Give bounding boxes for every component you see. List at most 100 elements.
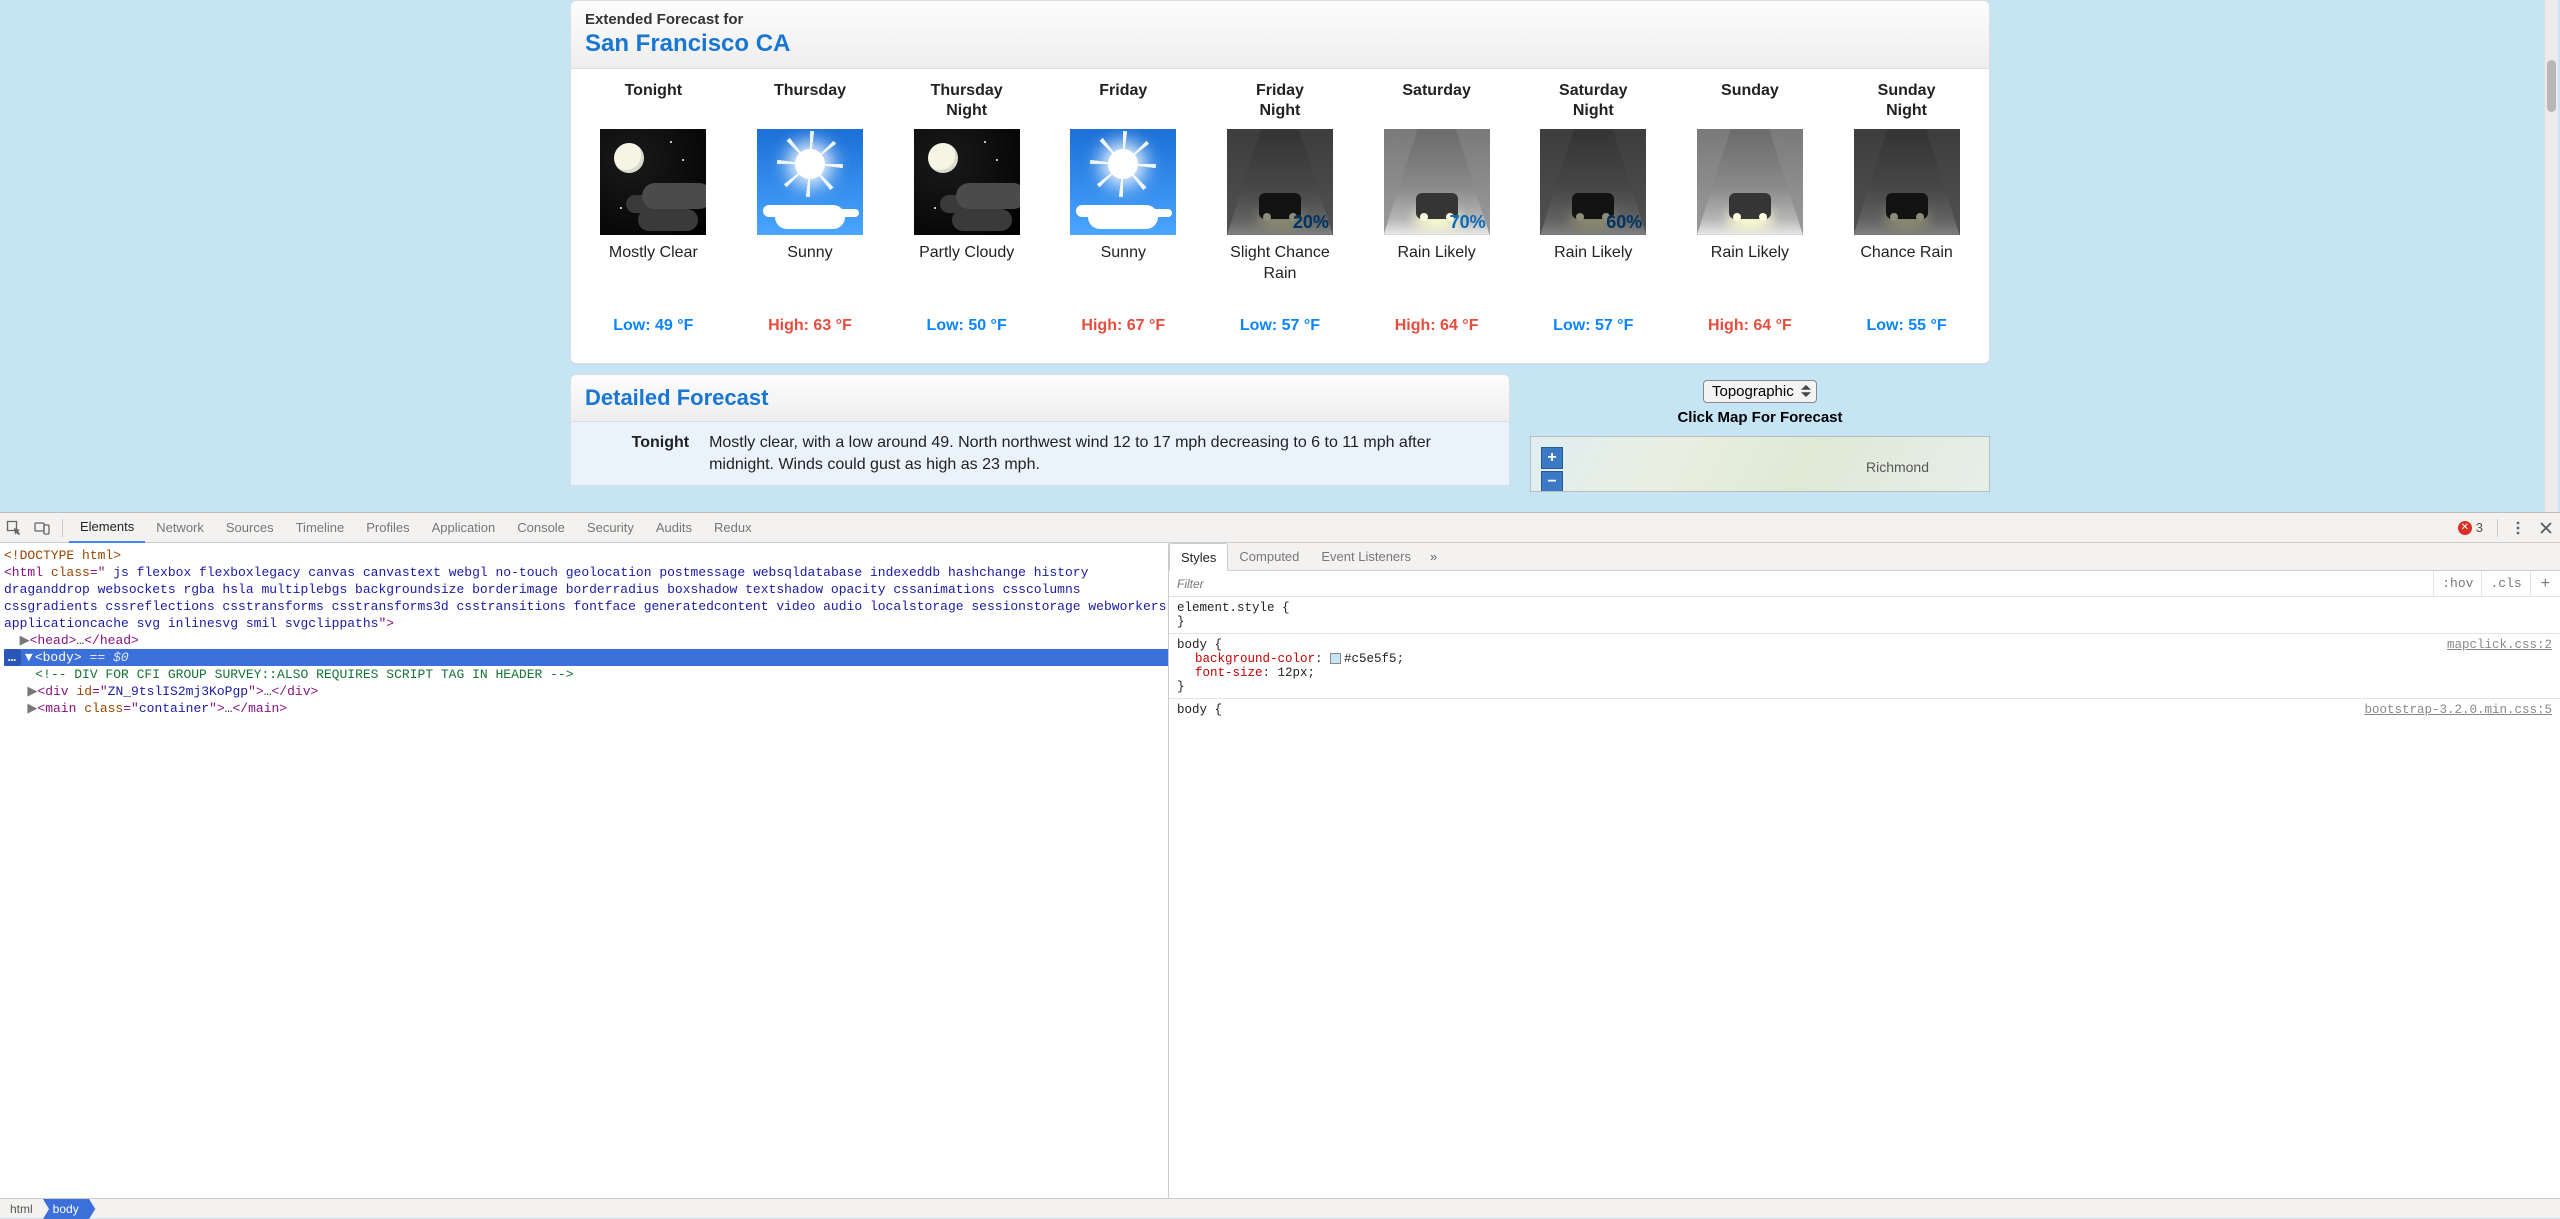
forecast-condition: Rain Likely [1361,243,1513,287]
styles-tabs-overflow-icon[interactable]: » [1422,549,1445,564]
devtools-tab-profiles[interactable]: Profiles [355,513,420,543]
weather-icon: 20% [1227,129,1333,235]
forecast-condition: Sunny [734,243,886,287]
breadcrumb-body[interactable]: body [43,1199,89,1219]
weather-icon [1697,129,1803,235]
devtools-tab-redux[interactable]: Redux [703,513,763,543]
forecast-day-title: Tonight [577,79,729,121]
cls-toggle[interactable]: .cls [2481,571,2529,597]
forecast-condition: Rain Likely [1674,243,1826,287]
dom-tree[interactable]: <!DOCTYPE html> <html class=" js flexbox… [0,543,1168,1198]
forecast-day[interactable]: Thursday Night Partly Cloudy Low: 50 °F [891,79,1043,335]
styles-panel: StylesComputedEvent Listeners» :hov .cls… [1168,543,2560,1198]
weather-icon [757,129,863,235]
forecast-day-title: Thursday [734,79,886,121]
forecast-day[interactable]: Thursday Sunny High: 63 °F [734,79,886,335]
forecast-condition: Sunny [1047,243,1199,287]
forecast-condition: Mostly Clear [577,243,729,287]
styles-filter-row: :hov .cls + [1169,571,2560,597]
forecast-day-title: Friday [1047,79,1199,121]
forecast-temp: High: 63 °F [734,317,886,335]
weather-icon: 60% [1540,129,1646,235]
inspect-element-icon[interactable] [0,513,28,543]
hov-toggle[interactable]: :hov [2433,571,2481,597]
forecast-day[interactable]: Sunday Night Chance Rain Low: 55 °F [1831,79,1983,335]
weather-icon [1854,129,1960,235]
forecast-temp: Low: 49 °F [577,317,729,335]
devtools-menu-icon[interactable] [2504,513,2532,543]
forecast-day[interactable]: Saturday 70% Rain Likely High: 64 °F [1361,79,1513,335]
styles-tab-event-listeners[interactable]: Event Listeners [1310,543,1422,571]
breadcrumb-html[interactable]: html [0,1199,43,1219]
devtools-tab-sources[interactable]: Sources [215,513,285,543]
devtools-tabs: ElementsNetworkSourcesTimelineProfilesAp… [69,513,763,543]
forecast-day-title: Sunday Night [1831,79,1983,121]
devtools-breadcrumb[interactable]: htmlbody [0,1198,2560,1218]
forecast-day[interactable]: Sunday Rain Likely High: 64 °F [1674,79,1826,335]
forecast-temp: High: 67 °F [1047,317,1199,335]
detailed-row: Tonight Mostly clear, with a low around … [570,422,1510,486]
forecast-day[interactable]: Tonight Mostly Clear Low: 49 °F [577,79,729,335]
forecast-condition: Rain Likely [1517,243,1669,287]
zoom-out-button[interactable]: − [1541,471,1563,492]
forecast-condition: Slight Chance Rain [1204,243,1356,287]
forecast-day-title: Sunday [1674,79,1826,121]
forecast-day-title: Saturday [1361,79,1513,121]
devtools-tab-security[interactable]: Security [576,513,645,543]
dom-selected-body[interactable]: …▼<body>== $0 [4,649,1168,666]
page-scrollbar[interactable] [2544,0,2558,512]
forecast-prefix: Extended Forecast for [585,11,1975,28]
styles-tab-computed[interactable]: Computed [1228,543,1310,571]
devtools-panel: ElementsNetworkSourcesTimelineProfilesAp… [0,512,2560,1218]
devtools-tab-audits[interactable]: Audits [645,513,703,543]
forecast-row: Tonight Mostly Clear Low: 49 °F Thursday Sun… [571,69,1989,363]
forecast-day-title: Friday Night [1204,79,1356,121]
forecast-sidebar: Topographic Click Map For Forecast + − R… [1530,374,1990,492]
forecast-temp: High: 64 °F [1674,317,1826,335]
forecast-temp: Low: 50 °F [891,317,1043,335]
device-toolbar-icon[interactable] [28,513,56,543]
new-style-rule-button[interactable]: + [2530,571,2560,597]
error-count[interactable]: ✕ 3 [2450,520,2491,535]
detailed-forecast-panel: Detailed Forecast Tonight Mostly clear, … [570,374,1510,492]
color-swatch-icon[interactable] [1330,653,1341,664]
map-label-city: Richmond [1866,459,1929,475]
precip-percent: 20% [1293,212,1329,233]
devtools-tab-timeline[interactable]: Timeline [285,513,356,543]
page-content: Extended Forecast for San Francisco CA T… [0,0,2560,512]
weather-icon [600,129,706,235]
stylesheet-link[interactable]: mapclick.css:2 [2447,638,2552,652]
zoom-in-button[interactable]: + [1541,447,1563,469]
forecast-map[interactable]: + − Richmond [1530,436,1990,492]
map-layer-select[interactable]: Topographic [1703,380,1817,403]
forecast-day-title: Thursday Night [891,79,1043,121]
forecast-header: Extended Forecast for San Francisco CA [571,1,1989,69]
forecast-temp: Low: 57 °F [1517,317,1669,335]
detailed-row-label: Tonight [585,432,689,475]
page-scrollbar-thumb[interactable] [2547,60,2556,112]
forecast-day[interactable]: Friday Night 20% Slight Chance Rain Low: 57… [1204,79,1356,335]
stylesheet-link[interactable]: bootstrap-3.2.0.min.css:5 [2364,703,2552,717]
devtools-tab-console[interactable]: Console [506,513,576,543]
devtools-tab-elements[interactable]: Elements [69,513,145,543]
devtools-tab-application[interactable]: Application [421,513,507,543]
styles-tab-styles[interactable]: Styles [1169,543,1228,571]
forecast-panel: Extended Forecast for San Francisco CA T… [570,0,1990,364]
precip-percent: 70% [1450,212,1486,233]
error-icon: ✕ [2458,521,2472,535]
forecast-day[interactable]: Saturday Night 60% Rain Likely Low: 57 °F [1517,79,1669,335]
styles-filter-input[interactable] [1169,577,2433,591]
styles-tabs: StylesComputedEvent Listeners» [1169,543,2560,571]
forecast-day-title: Saturday Night [1517,79,1669,121]
forecast-day[interactable]: Friday Sunny High: 67 °F [1047,79,1199,335]
forecast-condition: Chance Rain [1831,243,1983,287]
map-caption: Click Map For Forecast [1530,409,1990,426]
forecast-condition: Partly Cloudy [891,243,1043,287]
devtools-close-icon[interactable] [2532,513,2560,543]
forecast-temp: Low: 57 °F [1204,317,1356,335]
forecast-location[interactable]: San Francisco CA [585,30,1975,58]
forecast-temp: High: 64 °F [1361,317,1513,335]
devtools-tab-network[interactable]: Network [145,513,215,543]
styles-rules[interactable]: element.style { } mapclick.css:2body { b… [1169,597,2560,721]
forecast-temp: Low: 55 °F [1831,317,1983,335]
